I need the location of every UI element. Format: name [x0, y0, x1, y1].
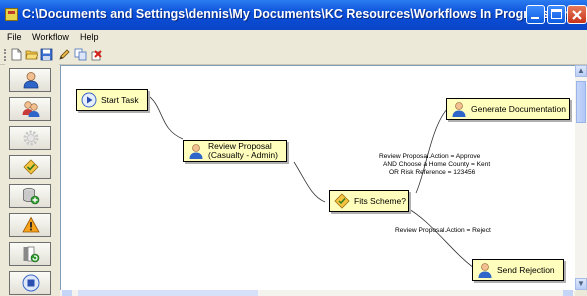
- palette-warning-button[interactable]: [9, 213, 51, 237]
- node-send-rejection[interactable]: Send Rejection: [472, 259, 564, 281]
- decision-icon: [23, 159, 39, 175]
- app-icon[interactable]: [5, 8, 18, 21]
- delete-icon[interactable]: [90, 48, 103, 61]
- user-task-icon: [23, 72, 39, 89]
- horizontal-scroll-thumb[interactable]: [78, 290, 258, 296]
- node-generate-documentation-label: Generate Documentation: [471, 104, 566, 114]
- condition-reject[interactable]: Review Proposal.Action = Reject: [395, 227, 491, 235]
- menu-workflow[interactable]: Workflow: [32, 32, 69, 42]
- palette-decision-button[interactable]: [9, 155, 51, 179]
- menu-bar: File Workflow Help: [0, 30, 587, 46]
- new-icon[interactable]: [10, 48, 23, 61]
- palette-database-button[interactable]: [9, 184, 51, 208]
- palette-user-task-button[interactable]: [9, 68, 51, 92]
- scroll-right-arrow[interactable]: [563, 290, 573, 296]
- warning-icon: [22, 216, 40, 233]
- window-title: C:\Documents and Settings\dennis\My Docu…: [22, 7, 587, 21]
- node-fits-scheme-label: Fits Scheme?: [354, 196, 406, 206]
- copy-icon[interactable]: [74, 48, 87, 61]
- condition-approve[interactable]: Review Proposal.Action = Approve AND Cho…: [379, 153, 490, 177]
- connector-review-fits: [293, 161, 326, 203]
- condition-approve-line2: AND Choose a Home County = Kent: [383, 161, 491, 168]
- maximize-button[interactable]: [547, 5, 566, 24]
- decision-icon: [334, 193, 350, 209]
- pencil-icon[interactable]: [58, 48, 71, 61]
- close-button[interactable]: [567, 5, 587, 24]
- connector-fits-generate: [415, 107, 449, 194]
- user-icon: [452, 102, 466, 117]
- minimize-button[interactable]: [526, 5, 545, 24]
- condition-reject-line1: Review Proposal.Action = Reject: [395, 227, 491, 234]
- stop-icon: [22, 274, 40, 292]
- task-palette: [5, 64, 59, 296]
- scroll-up-arrow[interactable]: ▲: [575, 65, 587, 77]
- node-generate-documentation[interactable]: Generate Documentation: [446, 98, 570, 120]
- close-icon: [572, 10, 582, 20]
- vertical-scroll-thumb[interactable]: [576, 81, 586, 123]
- title-bar[interactable]: C:\Documents and Settings\dennis\My Docu…: [0, 0, 587, 30]
- condition-approve-line3: OR Risk Reference = 123456: [389, 169, 476, 176]
- palette-automated-task-button[interactable]: [9, 126, 51, 150]
- connector-fits-reject: [406, 207, 475, 269]
- vertical-scrollbar[interactable]: ▲ ▼: [575, 65, 587, 290]
- palette-group-task-button[interactable]: [9, 97, 51, 121]
- palette-document-button[interactable]: [9, 242, 51, 266]
- scroll-left-arrow[interactable]: [62, 290, 72, 296]
- document-add-icon: [23, 246, 40, 263]
- horizontal-scrollbar[interactable]: [60, 290, 575, 296]
- node-send-rejection-label: Send Rejection: [497, 265, 555, 275]
- toolbar-grip[interactable]: [4, 49, 8, 61]
- toolbar: [0, 46, 587, 65]
- scroll-down-arrow[interactable]: ▼: [575, 278, 587, 290]
- workflow-canvas[interactable]: Start Task Review Proposal (Casualty - A…: [60, 65, 576, 291]
- open-folder-icon[interactable]: [25, 48, 38, 61]
- save-icon[interactable]: [40, 48, 53, 61]
- menu-file[interactable]: File: [7, 32, 22, 42]
- group-task-icon: [22, 101, 40, 117]
- node-review-subtitle: (Casualty - Admin): [208, 150, 278, 160]
- menu-help[interactable]: Help: [80, 32, 99, 42]
- gear-icon: [23, 130, 39, 146]
- node-start-task[interactable]: Start Task: [76, 89, 148, 111]
- application-window: C:\Documents and Settings\dennis\My Docu…: [0, 0, 587, 296]
- database-add-icon: [23, 188, 40, 205]
- palette-stop-button[interactable]: [9, 271, 51, 295]
- condition-approve-line1: Review Proposal.Action = Approve: [379, 153, 481, 160]
- user-icon: [189, 144, 203, 159]
- node-review-proposal-label: Review Proposal (Casualty - Admin): [208, 142, 278, 160]
- play-icon: [81, 92, 97, 108]
- node-start-task-label: Start Task: [101, 95, 139, 105]
- node-review-proposal[interactable]: Review Proposal (Casualty - Admin): [183, 140, 287, 162]
- user-icon: [478, 263, 492, 278]
- node-fits-scheme[interactable]: Fits Scheme?: [329, 190, 409, 212]
